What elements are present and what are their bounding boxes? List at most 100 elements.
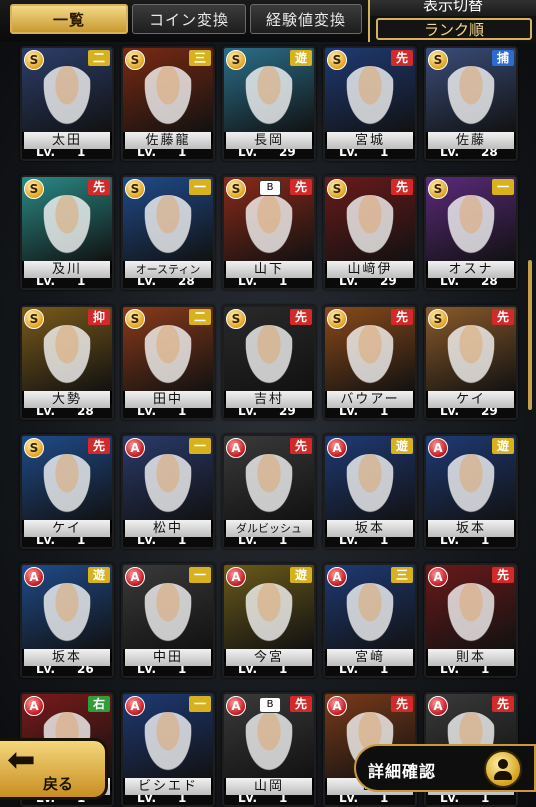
rank-badge: S [24,309,44,329]
player-card[interactable]: A 一中田 Lv. 1 [121,563,215,678]
rank-badge: S [125,179,145,199]
player-card[interactable]: S 二田中 Lv. 1 [121,305,215,420]
player-card[interactable]: A 先則本 Lv. 1 [424,563,518,678]
position-badge: 捕 [492,50,514,66]
player-name: 吉村 [226,391,312,408]
scrollbar[interactable] [528,260,532,410]
player-icon [484,750,522,788]
player-card[interactable]: S 抑大勢 Lv. 28 [20,305,114,420]
position-badge: 先 [492,309,514,325]
position-badge: 先 [391,179,413,195]
position-badge: 先 [391,696,413,712]
player-name: 山下 [226,261,312,278]
player-name: 今宮 [226,649,312,666]
player-card[interactable]: A B 先山岡 Lv. 1 [222,692,316,807]
detail-confirm-button[interactable]: 詳細確認 [354,744,536,792]
position-badge: 先 [492,696,514,712]
position-badge: 二 [189,309,211,325]
back-label: 戻る [43,775,74,793]
player-card[interactable]: S 三佐藤龍 Lv. 1 [121,46,215,161]
position-badge: 三 [391,567,413,583]
team-logo-icon: B [259,697,281,713]
back-arrow-icon: ⬅ [7,740,36,780]
player-name: 則本 [428,649,514,666]
player-name: オースティン [125,261,211,278]
rank-badge: S [24,50,44,70]
rank-badge: S [24,438,44,458]
rank-badge: S [327,309,347,329]
rank-badge: A [125,696,145,716]
player-card[interactable]: S 遊長岡 Lv. 29 [222,46,316,161]
position-badge: 先 [290,696,312,712]
player-card[interactable]: S 先宮城 Lv. 1 [323,46,417,161]
player-name: 田中 [125,391,211,408]
rank-badge: S [125,309,145,329]
player-card[interactable]: S B 先山下 Lv. 1 [222,175,316,290]
rank-badge: A [24,696,44,716]
rank-badge: A [428,696,448,716]
position-badge: 先 [391,50,413,66]
position-badge: 遊 [290,50,312,66]
player-name: バウアー [327,391,413,408]
player-card[interactable]: S 先ケイ Lv. 1 [20,434,114,549]
rank-badge: A [125,567,145,587]
position-badge: 先 [290,309,312,325]
rank-badge: A [226,567,246,587]
rank-badge: A [125,438,145,458]
position-badge: 一 [189,438,211,454]
rank-badge: A [327,438,347,458]
player-name: 長岡 [226,132,312,149]
player-name: ケイ [428,391,514,408]
player-name: ケイ [24,520,110,537]
player-card[interactable]: S 捕佐藤 Lv. 28 [424,46,518,161]
player-card[interactable]: S 先ケイ Lv. 29 [424,305,518,420]
detail-label: 詳細確認 [368,762,437,781]
player-card[interactable]: A 遊坂本 Lv. 1 [424,434,518,549]
player-card[interactable]: A 一松中 Lv. 1 [121,434,215,549]
position-badge: 遊 [391,438,413,454]
player-card[interactable]: A 遊坂本 Lv. 1 [323,434,417,549]
player-name: 宮城 [327,132,413,149]
rank-badge: S [226,179,246,199]
player-name: 宮﨑 [327,649,413,666]
rank-badge: S [24,179,44,199]
player-card[interactable]: S 二太田 Lv. 1 [20,46,114,161]
player-name: 太田 [24,132,110,149]
position-badge: 先 [88,179,110,195]
back-button[interactable]: ⬅ 戻る [0,738,108,800]
rank-badge: S [428,179,448,199]
rank-badge: S [125,50,145,70]
player-card[interactable]: A 遊今宮 Lv. 1 [222,563,316,678]
team-logo-icon: B [259,180,281,196]
player-name: ビシエド [125,778,211,795]
player-name: 中田 [125,649,211,666]
position-badge: 先 [290,438,312,454]
rank-badge: S [327,179,347,199]
player-card[interactable]: S 先バウアー Lv. 1 [323,305,417,420]
player-card[interactable]: A 三宮﨑 Lv. 1 [323,563,417,678]
player-card[interactable]: A 先ダルビッシュ Lv. 1 [222,434,316,549]
player-name: 坂本 [327,520,413,537]
player-name: ダルビッシュ [226,520,312,537]
player-card[interactable]: S 先吉村 Lv. 29 [222,305,316,420]
player-card[interactable]: S 一オスナ Lv. 28 [424,175,518,290]
player-card[interactable]: S 先山﨑伊 Lv. 29 [323,175,417,290]
rank-badge: A [226,438,246,458]
position-badge: 先 [88,438,110,454]
player-name: 大勢 [24,391,110,408]
position-badge: 一 [492,179,514,195]
position-badge: 遊 [492,438,514,454]
position-badge: 遊 [290,567,312,583]
rank-badge: A [24,567,44,587]
player-name: 坂本 [24,649,110,666]
player-card[interactable]: S 一オースティン Lv. 28 [121,175,215,290]
rank-badge: A [226,696,246,716]
position-badge: 抑 [88,309,110,325]
player-name: 佐藤龍 [125,132,211,149]
player-card[interactable]: S 先及川 Lv. 1 [20,175,114,290]
player-name: オスナ [428,261,514,278]
rank-badge: S [226,50,246,70]
player-card[interactable]: A 一ビシエド Lv. 1 [121,692,215,807]
position-badge: 先 [290,179,312,195]
player-card[interactable]: A 遊坂本 Lv. 26 [20,563,114,678]
